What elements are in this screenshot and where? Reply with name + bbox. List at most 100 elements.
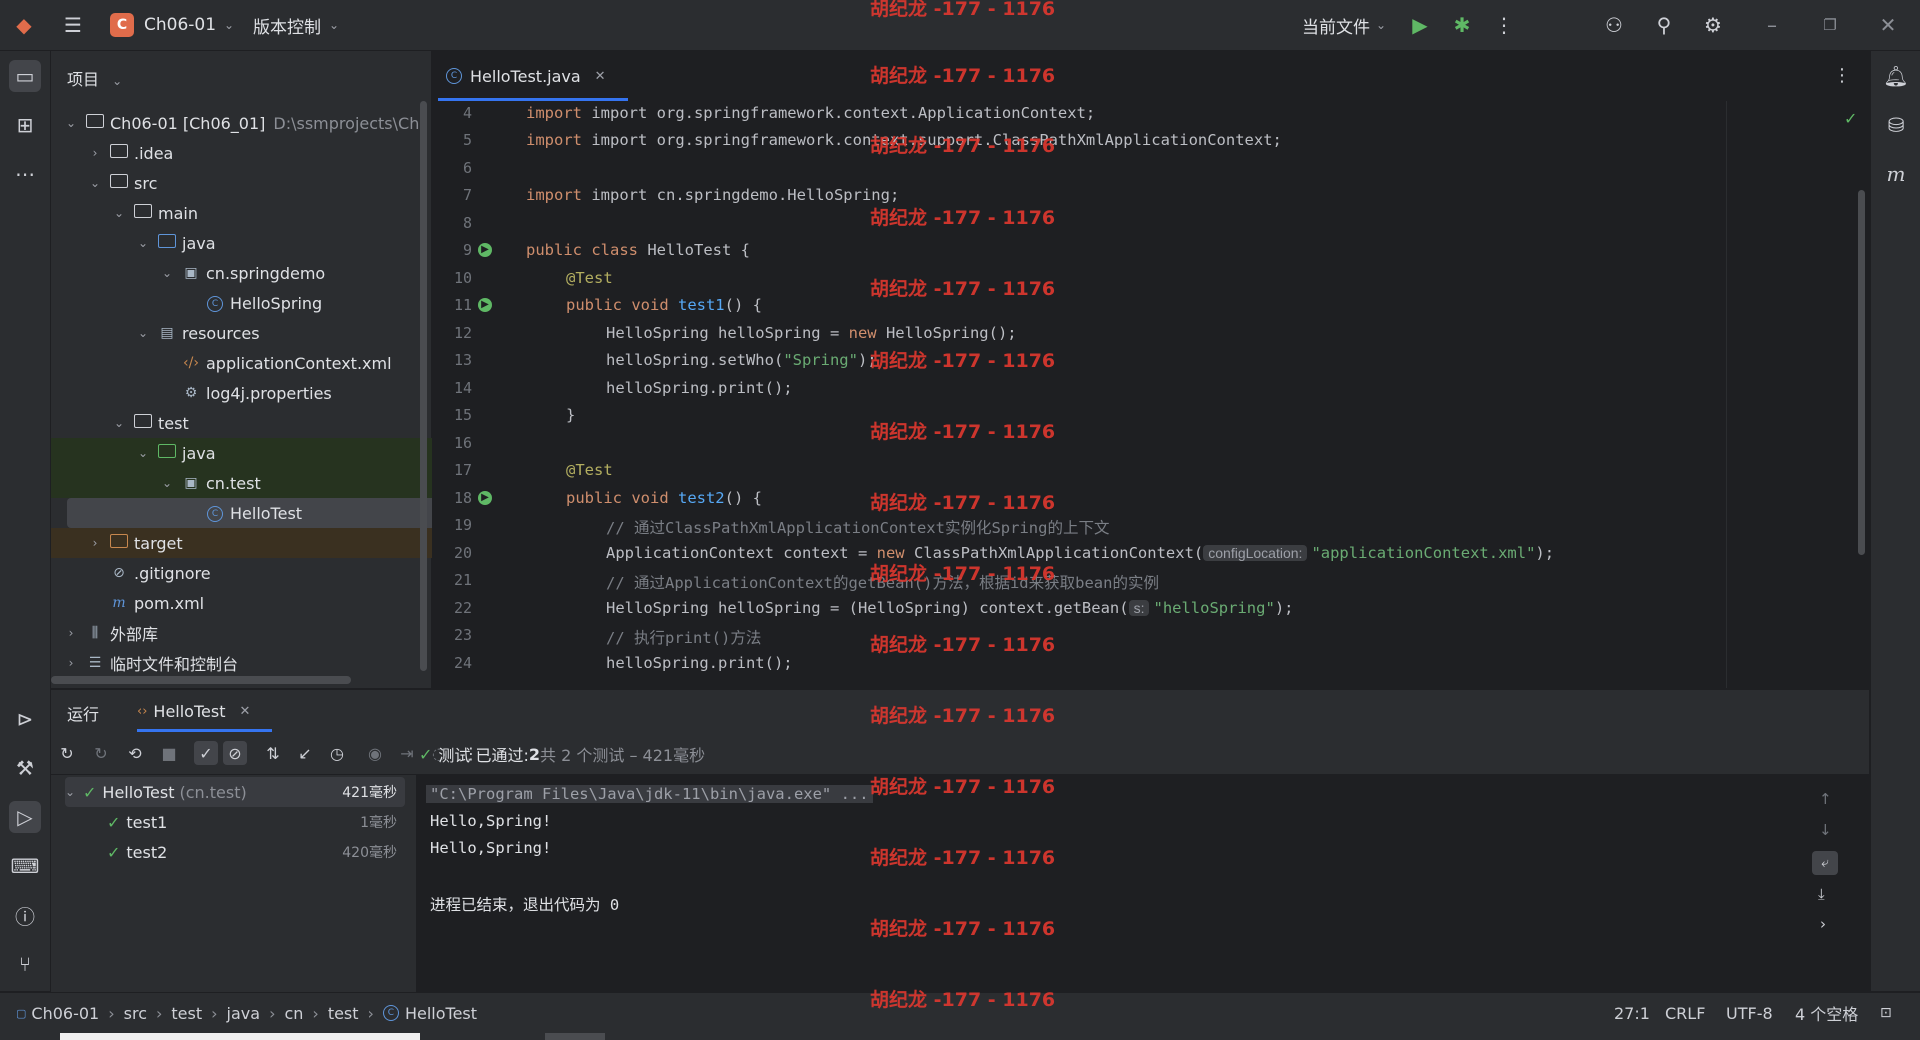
chevron-down-icon: ⌄ [1376,18,1387,32]
rerun-failed-icon[interactable]: ↻ [89,741,113,765]
more-actions-icon[interactable]: ⋮ [1492,13,1516,37]
tree-item-label: java [182,233,216,253]
toggle-auto-test-icon[interactable]: ⟲ [123,741,147,765]
vertical-scrollbar[interactable] [420,101,427,671]
rerun-icon[interactable]: ↻ [55,741,79,765]
tree-item-root[interactable]: ⌄ Ch06-01 [Ch06_01] D:\ssmprojects\Ch [51,108,441,138]
tab-hellotest-run[interactable]: ‹› HelloTest ✕ [137,690,250,732]
test-summary: ✓ 测试 已通过: 2共 2 个测试 – 421毫秒 [419,742,705,766]
terminal-icon[interactable]: ⌨ [9,850,41,882]
vcs-menu[interactable]: 版本控制 ⌄ [253,0,339,50]
search-icon[interactable]: ⚲ [1652,13,1676,37]
close-tab-icon[interactable]: ✕ [239,704,250,719]
notifications-bell-icon[interactable]: 🔔︎ [1880,60,1912,92]
sort-icon[interactable]: ⇅ [261,741,285,765]
maven-icon[interactable]: m [1880,158,1912,190]
folder-icon [109,174,129,192]
file-encoding[interactable]: UTF-8 [1726,993,1773,1033]
tree-item-label: .idea [134,143,174,163]
stop-icon[interactable]: ■ [157,741,181,765]
chevron-down-icon: ⌄ [65,116,77,130]
breadcrumb-item[interactable]: test [328,1004,359,1023]
breadcrumb-item[interactable]: cn [284,1004,303,1023]
cursor-position[interactable]: 27:1 [1614,993,1650,1033]
show-ignored-icon[interactable]: ⊘ [223,741,247,765]
project-panel-title[interactable]: 项目 ⌄ [67,66,122,90]
passed-check-icon: ✓ [419,744,433,764]
restore-icon[interactable]: ❐ [1818,13,1842,37]
inspection-ok-check-icon[interactable]: ✓ [1844,109,1857,128]
tree-item-scratches[interactable]: › ☰ 临时文件和控制台 [51,648,441,678]
minimize-icon[interactable]: – [1760,13,1784,37]
services-icon[interactable]: ⊳ [9,703,41,735]
line-number: 11 [453,296,472,314]
chevron-down-icon: ⌄ [224,18,235,32]
line-separator[interactable]: CRLF [1665,993,1705,1033]
code-comment: // 通过ApplicationContext的getBean()方法，根据id… [606,574,1159,592]
console-command-line[interactable]: "C:\Program Files\Java\jdk-11\bin\java.e… [426,785,873,803]
test-row-test1[interactable]: ✓ test1 1毫秒 [65,807,405,837]
debug-icon[interactable]: ✱ [1450,13,1474,37]
add-user-icon[interactable]: ⚇ [1602,13,1626,37]
run-test-gutter-icon[interactable]: ▶ [478,298,492,312]
show-passed-icon[interactable]: ✓ [194,741,218,765]
chevron-right-icon: › [155,1003,163,1023]
tree-item-external-libs[interactable]: › ⫼ 外部库 [51,618,441,648]
indent-setting[interactable]: 4 个空格 [1795,993,1858,1033]
readonly-lock-icon[interactable]: ⊡ [1880,993,1892,1033]
run-panel-icon[interactable]: ▷ [9,801,41,833]
console-output[interactable]: "C:\Program Files\Java\jdk-11\bin\java.e… [417,775,1869,992]
soft-wrap-icon[interactable]: ⤶ [1812,851,1838,875]
code-line: @Test [566,269,613,287]
chevron-right-icon: › [68,626,74,640]
expand-chevron-icon[interactable]: › [1820,915,1826,933]
screenshot-camera-icon[interactable]: ◉ [363,741,387,765]
close-tab-icon[interactable]: ✕ [595,69,606,84]
test-row-suite[interactable]: ⌄ ✓ HelloTest (cn.test) 421毫秒 [65,777,405,807]
run-config-selector[interactable]: 当前文件 ⌄ [1302,0,1386,50]
intellij-logo-icon[interactable]: ◆ [12,13,36,37]
watermark: 胡纪龙 -177 - 1176 [870,421,1056,443]
collapse-all-icon[interactable]: ↙ [293,741,317,765]
main-menu-icon[interactable]: ☰ [61,13,85,37]
chevron-right-icon: › [92,536,98,550]
settings-gear-icon[interactable]: ⚙ [1701,13,1725,37]
database-icon[interactable]: ⛁ [1880,109,1912,141]
build-hammer-icon[interactable]: ⚒ [9,752,41,784]
tree-item-target[interactable]: › target [51,528,465,558]
tree-item-src[interactable]: ⌄ src [51,168,465,198]
breadcrumb-item[interactable]: src [124,1004,147,1023]
code-editor[interactable]: import import org.springframework.contex… [502,101,1869,688]
test-row-test2[interactable]: ✓ test2 420毫秒 [65,837,405,867]
tab-hellotest-java[interactable]: C HelloTest.java ✕ [446,51,606,101]
breadcrumb-item[interactable]: Ch06-01 [31,1004,99,1023]
scroll-down-arrow-icon[interactable]: ↓ [1819,821,1832,839]
editor-more-icon[interactable]: ⋮ [1833,65,1851,86]
run-config-label: 当前文件 [1302,17,1370,38]
tree-item-idea[interactable]: › .idea [51,138,465,168]
run-icon[interactable]: ▶ [1408,13,1432,37]
import-tests-icon[interactable]: ⇥ [395,741,419,765]
line-number: 6 [462,159,472,177]
watermark: 胡纪龙 -177 - 1176 [870,776,1056,798]
scroll-to-end-icon[interactable]: ⤓ [1818,885,1825,903]
breadcrumb-item[interactable]: HelloTest [405,1004,477,1023]
horizontal-scrollbar[interactable] [51,676,351,684]
breadcrumb-item[interactable]: test [171,1004,202,1023]
run-test-gutter-icon[interactable]: ▶ [478,491,492,505]
breadcrumb-item[interactable]: java [227,1004,261,1023]
close-window-icon[interactable]: ✕ [1876,13,1900,37]
problems-icon[interactable]: ⓘ [9,899,41,931]
history-clock-icon[interactable]: ◷ [325,741,349,765]
run-test-gutter-icon[interactable]: ▶ [478,243,492,257]
chevron-right-icon: › [367,1003,374,1023]
project-selector[interactable]: C Ch06-01 ⌄ [110,0,234,50]
more-tools-icon[interactable]: ⋯ [9,158,41,190]
structure-icon[interactable]: ⊞ [9,109,41,141]
editor-scrollbar[interactable] [1858,190,1865,555]
test-duration: 420毫秒 [342,845,397,861]
git-branch-icon[interactable]: ⑂ [9,948,41,980]
scroll-up-arrow-icon[interactable]: ↑ [1819,790,1832,808]
tree-item-label: applicationContext.xml [206,353,392,373]
project-folder-icon[interactable]: ▭ [9,60,41,92]
